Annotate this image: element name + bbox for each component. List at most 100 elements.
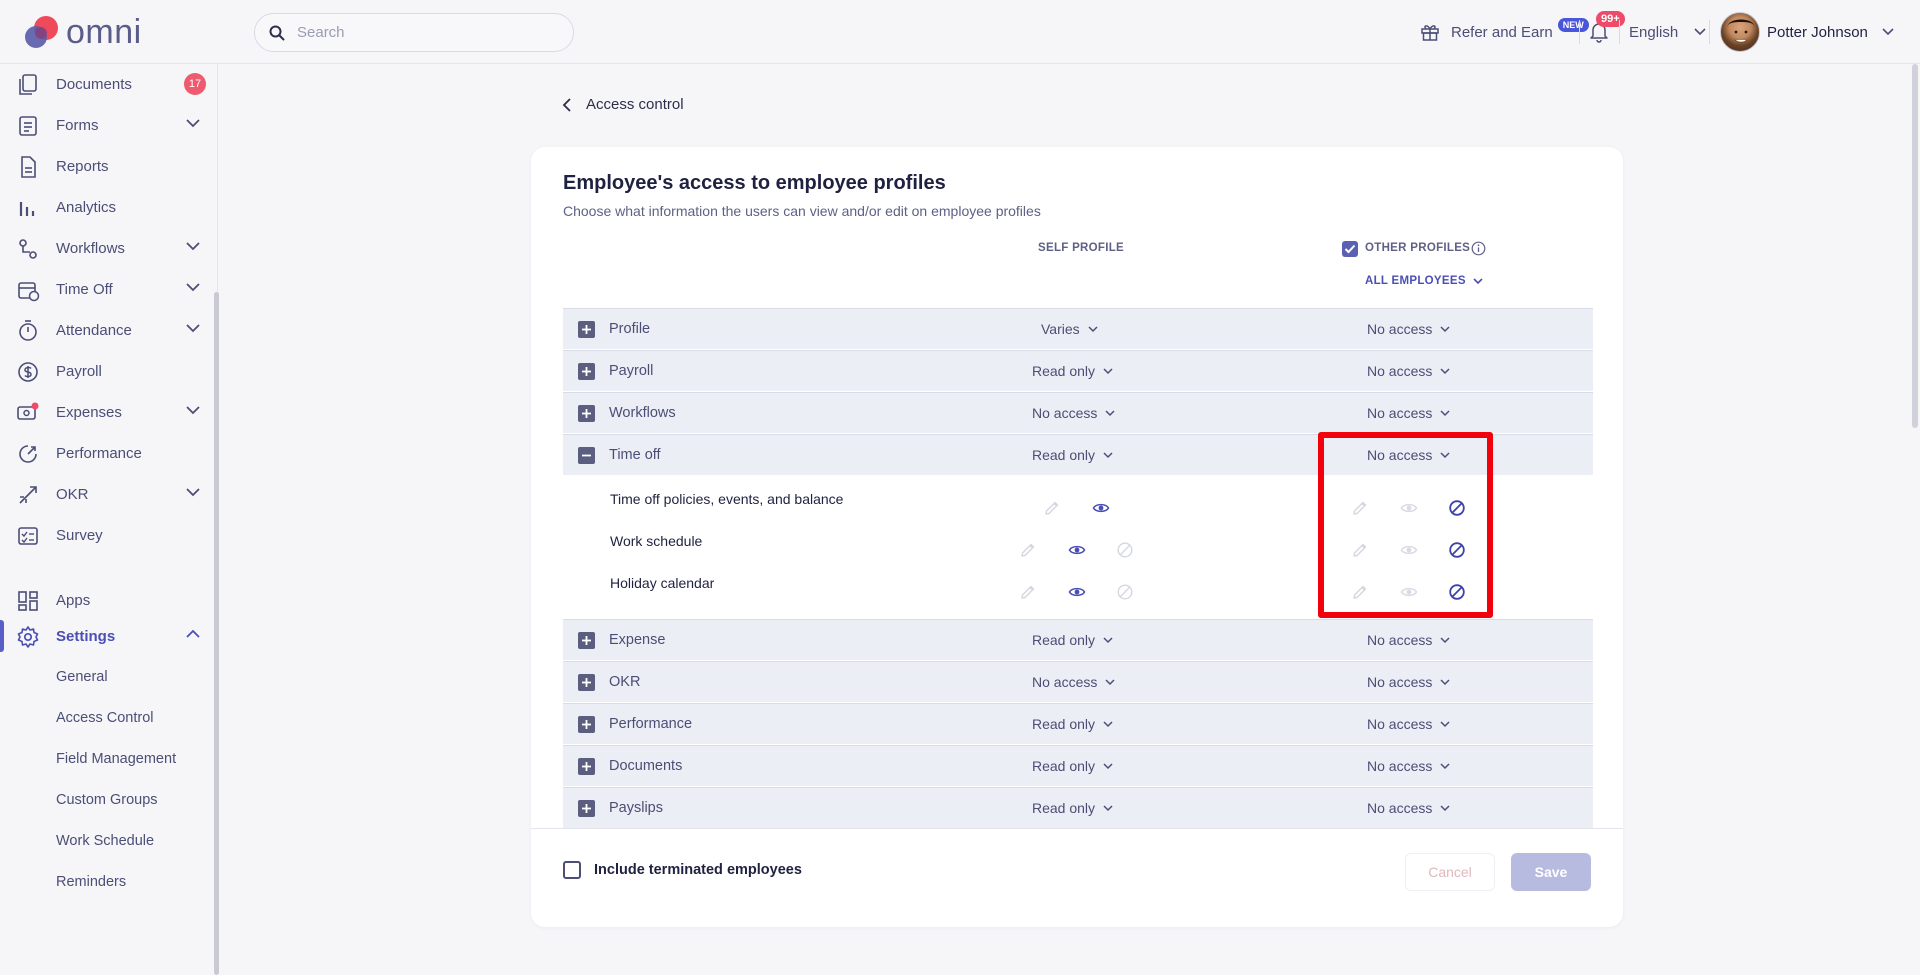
other-profiles-checkbox[interactable] (1342, 241, 1358, 257)
user-menu[interactable]: Potter Johnson (1767, 0, 1894, 64)
chevron-down-icon (1440, 325, 1450, 332)
expand-button[interactable] (578, 363, 595, 380)
sidebar-scrollbar[interactable] (214, 292, 219, 975)
settings-sub-custom-groups[interactable]: Custom Groups (56, 792, 158, 808)
plus-icon (582, 678, 591, 687)
other-access-dropdown[interactable]: No access (1367, 674, 1450, 690)
row-label: Profile (609, 321, 651, 337)
view-permission-button[interactable] (1068, 541, 1086, 559)
no-access-permission-button[interactable] (1116, 583, 1134, 601)
view-permission-button[interactable] (1068, 583, 1086, 601)
subrow-label: Holiday calendar (610, 575, 715, 591)
settings-sub-work-schedule[interactable]: Work Schedule (56, 833, 154, 849)
self-access-dropdown[interactable]: No access (1032, 405, 1115, 421)
expand-button[interactable] (578, 674, 595, 691)
sidebar-item-label: Time Off (56, 281, 113, 298)
self-access-dropdown[interactable]: Read only (1032, 800, 1113, 816)
edit-permission-button[interactable] (1019, 541, 1037, 559)
plus-icon (582, 367, 591, 376)
other-access-dropdown[interactable]: No access (1367, 716, 1450, 732)
other-access-dropdown[interactable]: No access (1367, 321, 1450, 337)
self-access-dropdown[interactable]: Read only (1032, 716, 1113, 732)
self-access-dropdown[interactable]: Read only (1032, 363, 1113, 379)
other-access-dropdown[interactable]: No access (1367, 800, 1450, 816)
all-employees-dropdown[interactable]: ALL EMPLOYEES (1365, 275, 1483, 287)
row-okr: OKR No access No access (563, 661, 1593, 702)
other-access-dropdown[interactable]: No access (1367, 405, 1450, 421)
include-terminated-checkbox[interactable] (563, 861, 581, 879)
no-access-permission-icon (1117, 584, 1133, 600)
expand-button[interactable] (578, 758, 595, 775)
self-access-dropdown[interactable]: Read only (1032, 632, 1113, 648)
other-access-value: No access (1367, 405, 1433, 421)
sidebar-item-forms[interactable]: Forms (0, 105, 214, 146)
page-scrollbar[interactable] (1912, 64, 1918, 428)
sidebar-item-workflows[interactable]: Workflows (0, 228, 214, 269)
search-box[interactable] (254, 13, 574, 52)
chevron-down-icon (1440, 762, 1450, 769)
sidebar-item-reports[interactable]: Reports (0, 146, 214, 187)
self-access-dropdown[interactable]: No access (1032, 674, 1115, 690)
sidebar-item-documents[interactable]: Documents 17 (0, 64, 214, 105)
self-access-dropdown[interactable]: Read only (1032, 447, 1113, 463)
other-access-value: No access (1367, 632, 1433, 648)
sidebar-item-label: Payroll (56, 363, 102, 380)
expand-button[interactable] (578, 800, 595, 817)
chevron-down-icon (1105, 678, 1115, 685)
sidebar-item-analytics[interactable]: Analytics (0, 187, 214, 228)
calendar-clock-icon (18, 282, 40, 302)
sidebar-item-survey[interactable]: Survey (0, 515, 214, 556)
user-avatar[interactable] (1720, 12, 1760, 52)
search-input[interactable] (297, 24, 537, 41)
row-documents: Documents Read only No access (563, 745, 1593, 786)
settings-sub-access-control[interactable]: Access Control (56, 710, 154, 726)
card-footer: Include terminated employees Cancel Save (531, 828, 1623, 911)
expand-button[interactable] (578, 716, 595, 733)
notifications-button[interactable] (1589, 0, 1609, 64)
collapse-button[interactable] (578, 447, 595, 464)
sidebar-item-time-off[interactable]: Time Off (0, 269, 214, 310)
omni-logo[interactable]: omni (22, 12, 142, 52)
no-access-permission-button[interactable] (1116, 541, 1134, 559)
chevron-down-icon (1088, 325, 1098, 332)
sidebar-item-performance[interactable]: Performance (0, 433, 214, 474)
expand-button[interactable] (578, 632, 595, 649)
sidebar-item-settings[interactable]: Settings (0, 616, 214, 657)
self-access-value: No access (1032, 405, 1098, 421)
settings-sub-general[interactable]: General (56, 669, 108, 685)
self-access-dropdown[interactable]: Varies (1041, 321, 1098, 337)
settings-sub-reminders[interactable]: Reminders (56, 874, 126, 890)
other-access-dropdown[interactable]: No access (1367, 363, 1450, 379)
cancel-button[interactable]: Cancel (1405, 853, 1495, 891)
other-access-value: No access (1367, 716, 1433, 732)
stopwatch-icon (19, 320, 37, 341)
save-button[interactable]: Save (1511, 853, 1591, 891)
language-selector[interactable]: English (1629, 0, 1706, 64)
view-permission-button[interactable] (1092, 499, 1110, 517)
refer-and-earn-link[interactable]: Refer and Earn NEW (1420, 0, 1589, 64)
other-access-dropdown[interactable]: No access (1367, 632, 1450, 648)
row-label: Documents (609, 758, 683, 774)
self-access-dropdown[interactable]: Read only (1032, 758, 1113, 774)
chevron-down-icon (1103, 367, 1113, 374)
self-access-value: Varies (1041, 321, 1080, 337)
sidebar-item-attendance[interactable]: Attendance (0, 310, 214, 351)
sidebar-item-payroll[interactable]: Payroll (0, 351, 214, 392)
back-link[interactable]: Access control (562, 96, 684, 113)
expand-button[interactable] (578, 321, 595, 338)
apps-grid-icon (18, 591, 38, 611)
sidebar-item-okr[interactable]: OKR (0, 474, 214, 515)
chevron-down-icon (1105, 409, 1115, 416)
sidebar-item-expenses[interactable]: Expenses (0, 392, 214, 433)
sidebar-item-apps[interactable]: Apps (0, 580, 214, 621)
sidebar-item-label: Analytics (56, 199, 117, 216)
other-access-dropdown[interactable]: No access (1367, 758, 1450, 774)
sidebar-item-label: Expenses (56, 404, 122, 421)
chevron-down-icon (186, 406, 200, 415)
edit-permission-icon (1021, 585, 1035, 599)
edit-permission-button[interactable] (1043, 499, 1061, 517)
edit-permission-button[interactable] (1019, 583, 1037, 601)
info-icon[interactable] (1471, 241, 1486, 256)
expand-button[interactable] (578, 405, 595, 422)
settings-sub-field-management[interactable]: Field Management (56, 751, 176, 767)
